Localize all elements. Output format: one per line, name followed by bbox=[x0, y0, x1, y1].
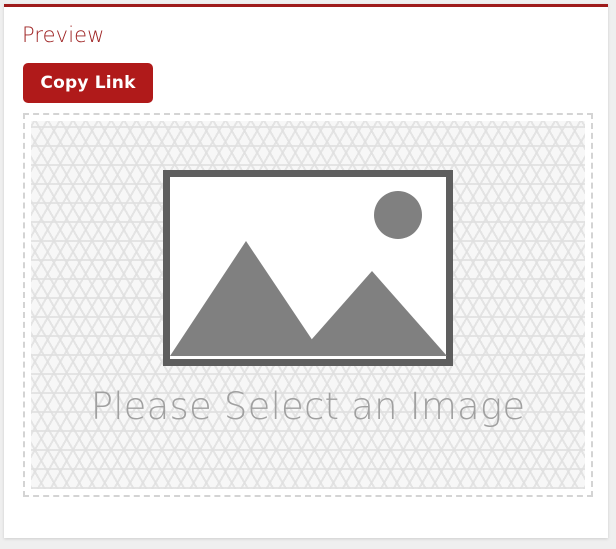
page-title: Preview bbox=[22, 23, 105, 47]
preview-panel: Preview Copy Link Please Select an Image bbox=[4, 4, 608, 538]
image-placeholder-icon bbox=[163, 170, 453, 366]
sun-icon bbox=[374, 191, 422, 239]
dropzone-caption: Please Select an Image bbox=[90, 385, 526, 428]
copy-link-button[interactable]: Copy Link bbox=[23, 63, 153, 103]
dropzone-pattern-background: Please Select an Image bbox=[31, 121, 585, 489]
image-dropzone[interactable]: Please Select an Image bbox=[23, 113, 593, 497]
